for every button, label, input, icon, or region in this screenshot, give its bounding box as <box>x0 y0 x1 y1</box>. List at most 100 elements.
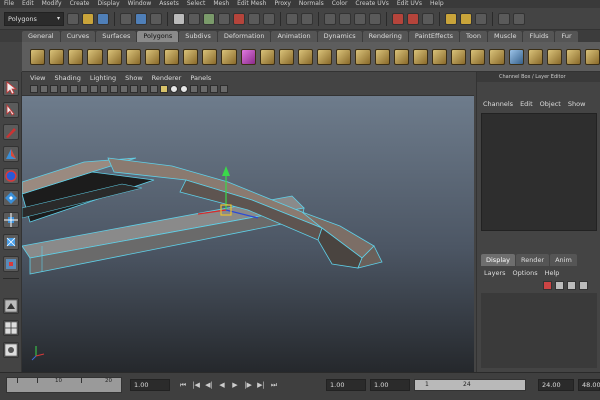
spherical-mapping-icon[interactable] <box>546 48 562 65</box>
lasso-tool-icon[interactable] <box>3 102 19 118</box>
menu-proxy[interactable]: Proxy <box>274 0 290 8</box>
snap-curve-icon[interactable] <box>339 12 351 25</box>
insert-edge-loop-icon[interactable] <box>451 48 467 65</box>
cb-menu-show[interactable]: Show <box>568 100 586 108</box>
layout-four-pane-icon[interactable] <box>3 320 19 336</box>
render-settings-icon[interactable] <box>475 12 487 25</box>
output-connections-icon[interactable] <box>407 12 419 25</box>
field-chart-icon[interactable] <box>110 85 118 93</box>
menu-mesh[interactable]: Mesh <box>213 0 229 8</box>
mask-handles-icon[interactable] <box>173 12 185 25</box>
film-gate-icon[interactable] <box>80 85 88 93</box>
select-object-icon[interactable] <box>135 12 147 25</box>
mask-dynamics-icon[interactable] <box>248 12 260 25</box>
tab-fur[interactable]: Fur <box>555 31 578 42</box>
combine-icon[interactable] <box>259 48 275 65</box>
mask-curves-icon[interactable] <box>203 12 215 25</box>
vp-menu-lighting[interactable]: Lighting <box>90 74 116 82</box>
snap-grid-icon[interactable] <box>324 12 336 25</box>
uv-texture-editor-icon[interactable] <box>585 48 600 65</box>
mirror-geometry-icon[interactable] <box>355 48 371 65</box>
tab-dynamics[interactable]: Dynamics <box>317 31 362 42</box>
layer-menu-layers[interactable]: Layers <box>484 269 506 277</box>
select-tool-icon[interactable] <box>3 80 19 96</box>
layer-menu-help[interactable]: Help <box>545 269 560 277</box>
layer-list[interactable] <box>481 293 597 368</box>
grid-icon[interactable] <box>70 85 78 93</box>
range-start-field[interactable]: 1.00 <box>370 379 410 391</box>
layout-single-pane-icon[interactable] <box>3 298 19 314</box>
vp-menu-panels[interactable]: Panels <box>190 74 211 82</box>
tab-rendering[interactable]: Rendering <box>362 31 408 42</box>
vp-menu-show[interactable]: Show <box>125 74 143 82</box>
tab-anim-layers[interactable]: Anim <box>550 254 577 266</box>
rotate-tool-icon[interactable] <box>3 168 19 184</box>
playback-end-field[interactable]: 48.00 <box>578 379 600 391</box>
smooth-icon[interactable] <box>317 48 333 65</box>
new-empty-layer-icon[interactable] <box>567 281 576 290</box>
gate-mask-icon[interactable] <box>100 85 108 93</box>
safe-action-icon[interactable] <box>120 85 128 93</box>
poly-sphere-icon[interactable] <box>30 48 46 65</box>
menu-file[interactable]: File <box>4 0 14 8</box>
step-forward-key-icon[interactable]: ▶| <box>256 379 266 391</box>
tab-painteffects[interactable]: PaintEffects <box>408 31 460 42</box>
move-layer-up-icon[interactable] <box>543 281 552 290</box>
channel-list[interactable] <box>481 113 597 231</box>
textured-icon[interactable] <box>160 85 168 93</box>
booleans-icon[interactable] <box>336 48 352 65</box>
perspective-viewport[interactable] <box>22 96 474 372</box>
menu-window[interactable]: Window <box>128 0 152 8</box>
tab-animation[interactable]: Animation <box>271 31 317 42</box>
show-manipulator-icon[interactable] <box>3 256 19 272</box>
all-lights-icon[interactable] <box>180 85 188 93</box>
select-hierarchy-icon[interactable] <box>120 12 132 25</box>
bridge-icon[interactable] <box>393 48 409 65</box>
menu-create[interactable]: Create <box>70 0 90 8</box>
open-scene-icon[interactable] <box>82 12 94 25</box>
tab-display-layers[interactable]: Display <box>481 254 515 266</box>
platonic-solid-icon[interactable] <box>240 48 256 65</box>
vp-menu-shading[interactable]: Shading <box>54 74 80 82</box>
high-quality-icon[interactable] <box>220 85 228 93</box>
go-to-end-icon[interactable]: ⏭ <box>269 379 279 391</box>
cb-menu-channels[interactable]: Channels <box>483 100 513 108</box>
mask-surfaces-icon[interactable] <box>218 12 230 25</box>
outliner-layout-icon[interactable] <box>3 342 19 358</box>
poly-plane-icon[interactable] <box>106 48 122 65</box>
play-backwards-icon[interactable]: ◀ <box>217 379 227 391</box>
resolution-gate-icon[interactable] <box>90 85 98 93</box>
menu-select[interactable]: Select <box>187 0 206 8</box>
tab-deformation[interactable]: Deformation <box>217 31 271 42</box>
show-hide-tool-settings-icon[interactable] <box>513 12 525 25</box>
end-time-field[interactable]: 24.00 <box>538 379 574 391</box>
highlight-selection-icon[interactable] <box>301 12 313 25</box>
poly-torus-icon[interactable] <box>125 48 141 65</box>
menu-edit-uvs[interactable]: Edit UVs <box>397 0 422 8</box>
tab-surfaces[interactable]: Surfaces <box>96 31 137 42</box>
show-hide-channel-box-icon[interactable] <box>498 12 510 25</box>
tab-fluids[interactable]: Fluids <box>523 31 555 42</box>
paint-select-tool-icon[interactable] <box>3 124 19 140</box>
merge-icon[interactable] <box>489 48 505 65</box>
poly-cone-icon[interactable] <box>87 48 103 65</box>
mask-deformations-icon[interactable] <box>233 12 245 25</box>
input-connections-icon[interactable] <box>392 12 404 25</box>
soft-modification-icon[interactable] <box>3 234 19 250</box>
go-to-start-icon[interactable]: ⏮ <box>178 379 188 391</box>
save-scene-icon[interactable] <box>97 12 109 25</box>
vp-menu-renderer[interactable]: Renderer <box>152 74 182 82</box>
camera-attributes-icon[interactable] <box>40 85 48 93</box>
automatic-mapping-icon[interactable] <box>565 48 582 65</box>
planar-mapping-icon[interactable] <box>508 48 524 65</box>
menu-normals[interactable]: Normals <box>299 0 324 8</box>
menu-create-uvs[interactable]: Create UVs <box>355 0 388 8</box>
snap-plane-icon[interactable] <box>369 12 381 25</box>
new-layer-from-selection-icon[interactable] <box>579 281 588 290</box>
poly-cylinder-icon[interactable] <box>68 48 84 65</box>
separate-icon[interactable] <box>278 48 294 65</box>
poly-pyramid-icon[interactable] <box>163 48 180 65</box>
cb-menu-object[interactable]: Object <box>540 100 561 108</box>
smooth-shade-icon[interactable] <box>150 85 158 93</box>
offset-edge-loop-icon[interactable] <box>470 48 486 65</box>
